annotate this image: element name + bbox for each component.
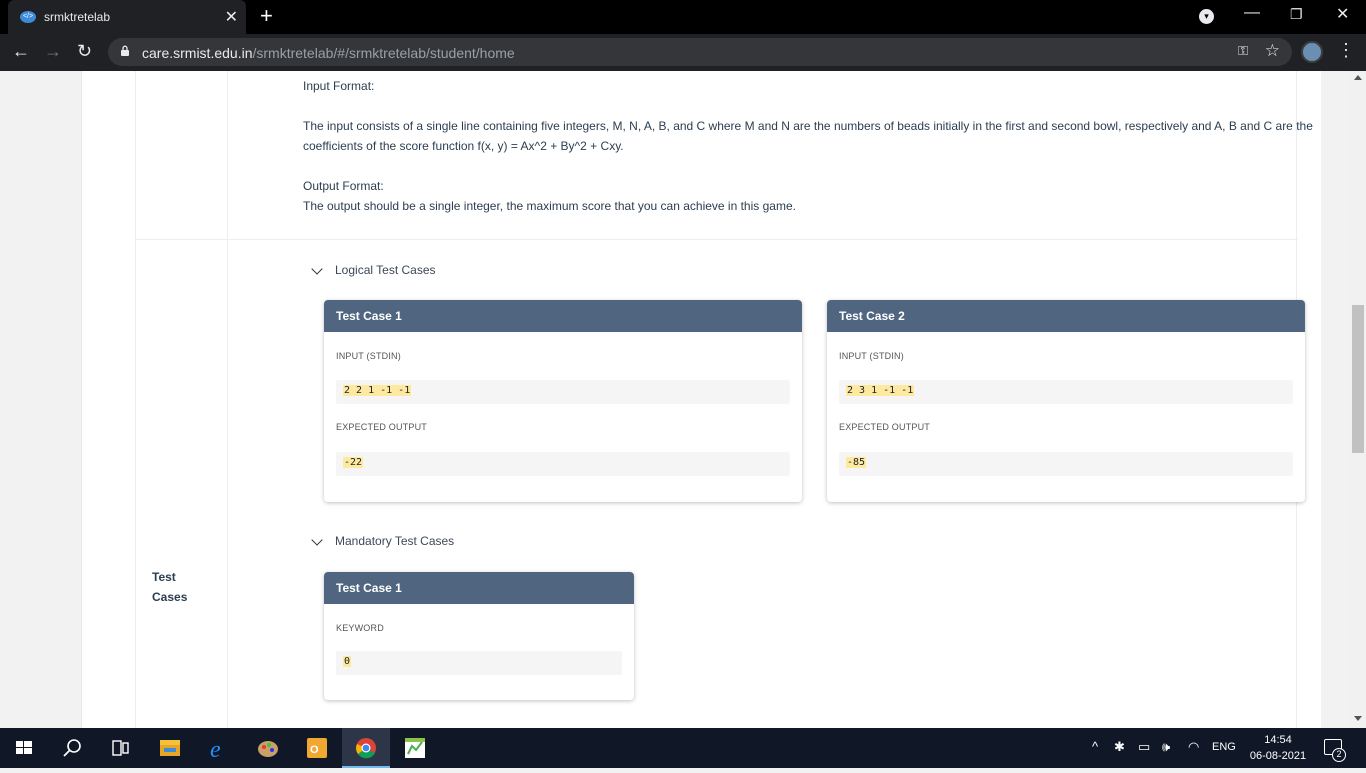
input-format-text-line-1: The input consists of a single line cont… (303, 119, 1313, 133)
keyword-label: KEYWORD (336, 623, 384, 633)
test-case-title: Test Case 1 (324, 572, 634, 604)
forward-arrow-icon[interactable]: → (44, 41, 62, 62)
clock[interactable]: 14:54 06-08-2021 (1246, 732, 1310, 764)
show-hidden-icons-icon[interactable]: ^ (1092, 739, 1098, 754)
page-viewport: Test Cases Input Format: The input consi… (0, 71, 1350, 728)
label-column (136, 71, 228, 728)
clock-time: 14:54 (1264, 734, 1292, 746)
browser-tab-strip: </> srmktretelab ✕ + ▾ — ❐ ✕ (0, 0, 1366, 34)
site-favicon-icon: </> (20, 11, 36, 23)
file-explorer-icon[interactable] (146, 728, 194, 768)
wifi-icon[interactable]: ◠ (1188, 739, 1199, 755)
chevron-down-icon (311, 534, 323, 546)
browser-toolbar: ← → ↻ care.srmist.edu.in/srmktretelab/#/… (0, 34, 1366, 71)
clock-date: 06-08-2021 (1249, 750, 1307, 762)
mandatory-test-cases-title: Mandatory Test Cases (335, 534, 455, 548)
problem-table: Test Cases Input Format: The input consi… (135, 71, 1313, 728)
reload-icon[interactable]: ↻ (77, 41, 92, 62)
logical-test-cases-title: Logical Test Cases (335, 263, 436, 277)
input-value: 2 3 1 -1 -1 (846, 385, 915, 396)
password-key-icon[interactable]: ⚿ (1238, 43, 1248, 59)
tab-search-icon[interactable]: ▾ (1199, 9, 1214, 24)
scrollbar-thumb[interactable] (1352, 305, 1364, 453)
mandatory-test-case-card: Test Case 1 KEYWORD 0 (324, 572, 634, 700)
svg-text:O: O (310, 744, 319, 756)
keyword-box: 0 (336, 651, 622, 675)
new-tab-icon[interactable]: + (260, 3, 273, 29)
input-language[interactable]: ENG (1212, 741, 1236, 753)
notepad-plus-icon[interactable] (391, 728, 439, 768)
expected-output-label: EXPECTED OUTPUT (839, 422, 931, 432)
volume-icon[interactable]: 🕪 (1162, 739, 1170, 755)
tab-title: srmktretelab (44, 10, 111, 24)
search-icon[interactable] (48, 728, 96, 768)
scroll-up-arrow-icon[interactable] (1354, 75, 1362, 80)
logical-test-case-card: Test Case 2 INPUT (STDIN) 2 3 1 -1 -1 EX… (827, 300, 1305, 502)
keyword-value: 0 (343, 656, 352, 667)
chrome-icon[interactable] (342, 728, 390, 768)
lock-icon (121, 45, 129, 56)
antivirus-tray-icon[interactable]: ✱ (1114, 739, 1125, 755)
svg-text:e: e (210, 737, 221, 763)
output-box: -22 (336, 452, 790, 476)
notification-count-badge: 2 (1332, 748, 1346, 762)
input-label: INPUT (STDIN) (839, 351, 904, 361)
input-label: INPUT (STDIN) (336, 351, 401, 361)
input-box: 2 2 1 -1 -1 (336, 380, 790, 404)
windows-start-icon[interactable] (0, 728, 48, 768)
output-box: -85 (839, 452, 1293, 476)
expected-output-label: EXPECTED OUTPUT (336, 422, 428, 432)
battery-icon[interactable]: ▭ (1138, 739, 1150, 755)
bookmark-star-icon[interactable]: ☆ (1265, 41, 1280, 61)
test-case-title: Test Case 1 (324, 300, 802, 332)
input-format-text-line-2: coefficients of the score function f(x, … (303, 139, 624, 153)
logical-test-case-card: Test Case 1 INPUT (STDIN) 2 2 1 -1 -1 EX… (324, 300, 802, 502)
url-text[interactable]: care.srmist.edu.in/srmktretelab/#/srmktr… (142, 45, 515, 61)
chevron-down-icon (311, 263, 323, 275)
address-bar[interactable]: care.srmist.edu.in/srmktretelab/#/srmktr… (108, 38, 1292, 66)
output-value: -22 (343, 457, 364, 468)
scroll-down-arrow-icon[interactable] (1354, 716, 1362, 721)
window-close-icon[interactable]: ✕ (1336, 4, 1349, 24)
page-scrollbar[interactable] (1350, 71, 1366, 728)
input-value: 2 2 1 -1 -1 (343, 385, 412, 396)
tab-close-icon[interactable]: ✕ (225, 7, 238, 27)
output-format-title: Output Format: (303, 179, 384, 193)
row-divider (136, 239, 1298, 240)
profile-avatar[interactable] (1301, 41, 1323, 63)
minimize-icon[interactable]: — (1244, 4, 1260, 22)
windows-taskbar: e O ^ ✱ ▭ 🕪 ◠ ENG 14:54 06-08-2021 2 (0, 728, 1366, 768)
input-box: 2 3 1 -1 -1 (839, 380, 1293, 404)
problem-card: Test Cases Input Format: The input consi… (81, 71, 1321, 728)
test-cases-row-label: Test Cases (152, 570, 188, 604)
back-arrow-icon[interactable]: ← (12, 41, 30, 62)
test-case-title: Test Case 2 (827, 300, 1305, 332)
outlook-icon[interactable]: O (293, 728, 341, 768)
restore-icon[interactable]: ❐ (1290, 6, 1303, 23)
task-view-icon[interactable] (96, 728, 144, 768)
internet-explorer-icon[interactable]: e (195, 728, 243, 768)
paint-icon[interactable] (244, 728, 292, 768)
browser-tab[interactable]: </> srmktretelab ✕ (8, 0, 246, 34)
input-format-title: Input Format: (303, 79, 375, 93)
browser-menu-icon[interactable]: ⋮ (1337, 40, 1355, 61)
output-value: -85 (846, 457, 867, 468)
output-format-text: The output should be a single integer, t… (303, 199, 796, 213)
